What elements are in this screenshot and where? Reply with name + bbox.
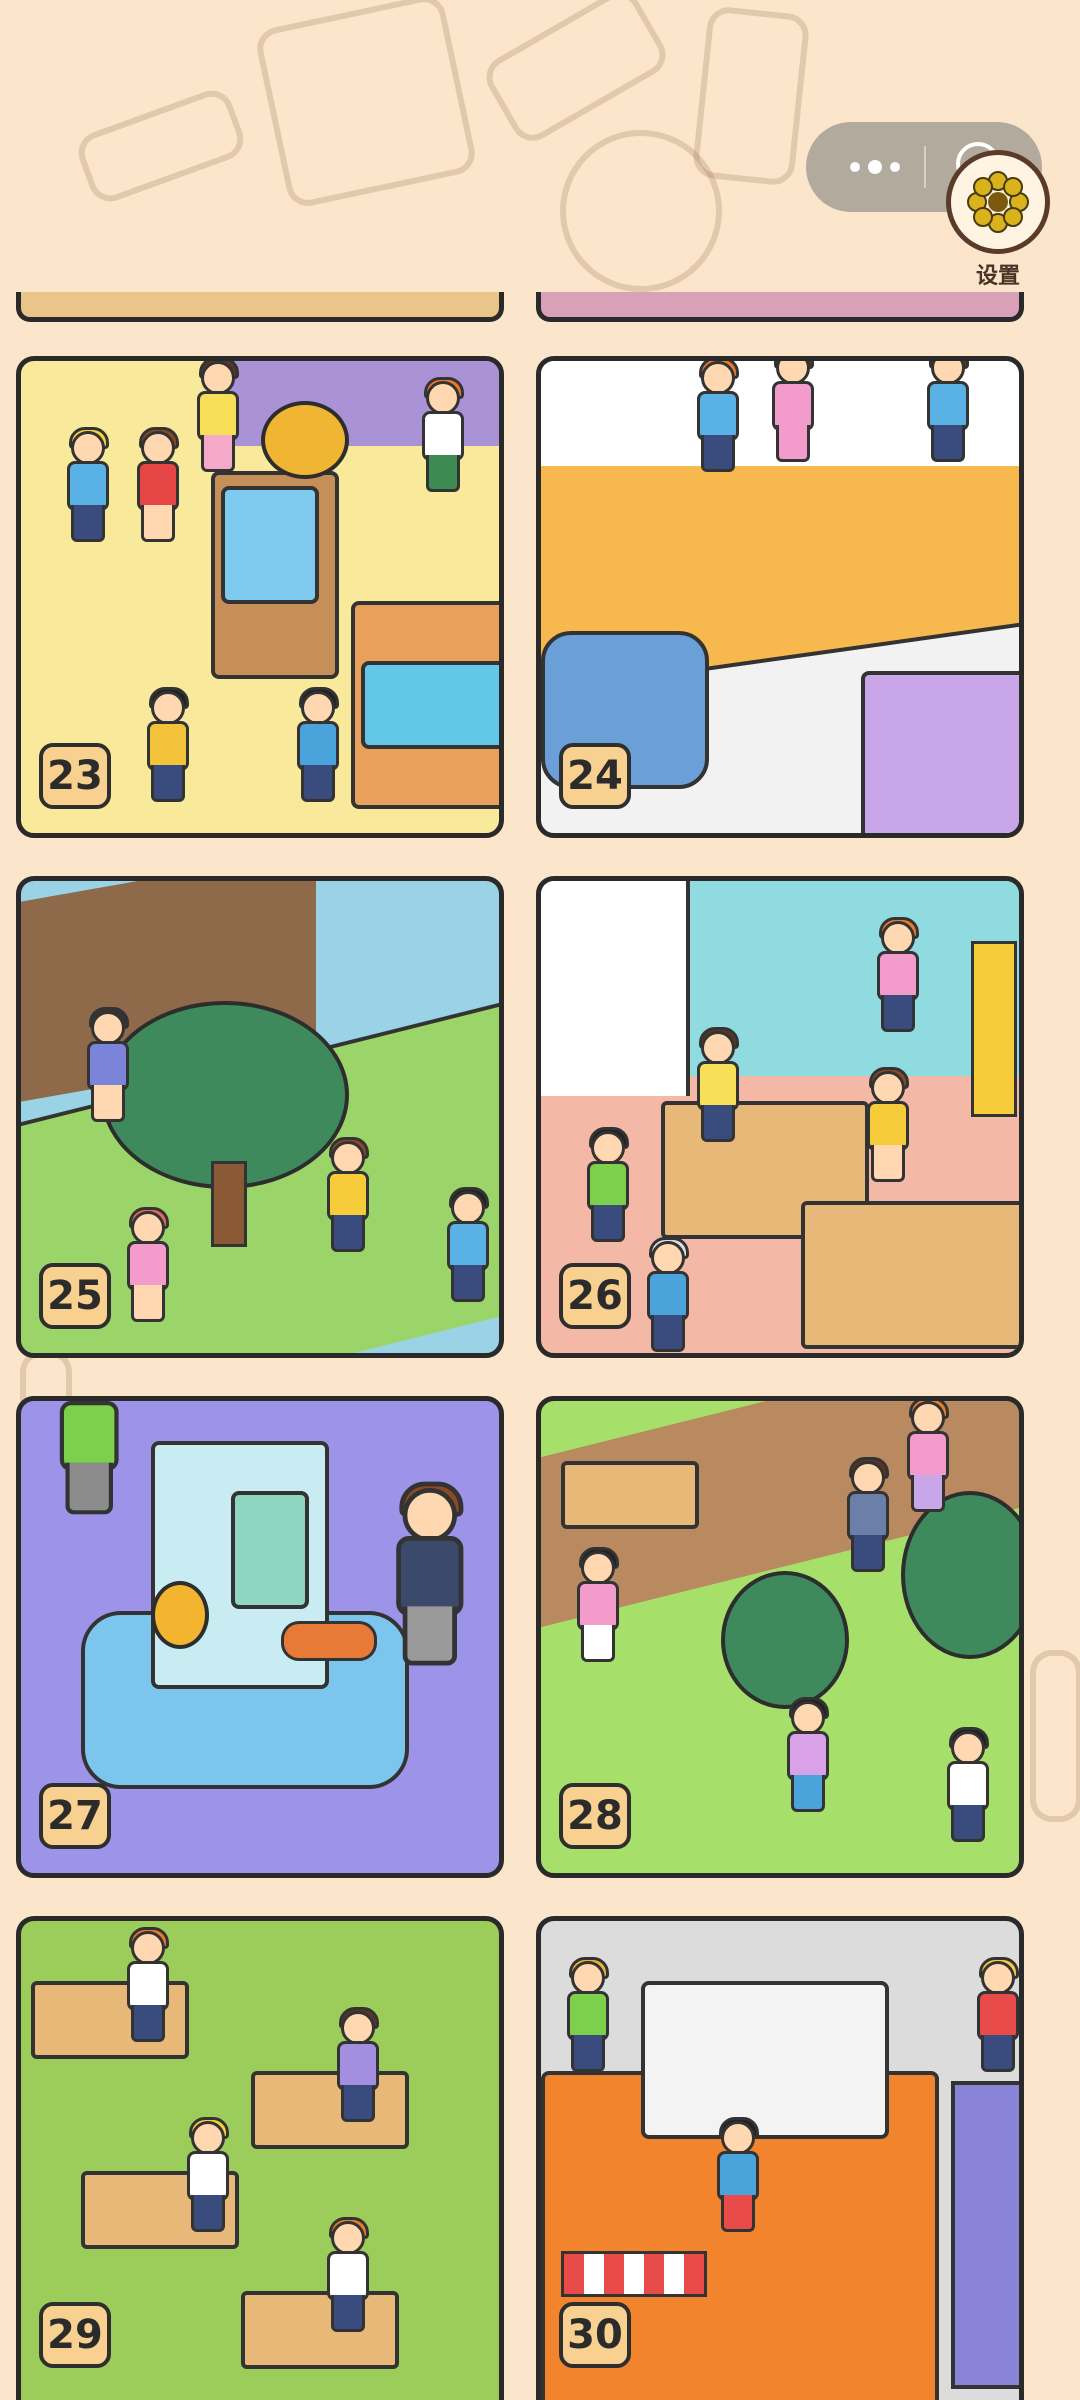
character <box>51 1401 119 1515</box>
settings-button[interactable] <box>946 150 1050 254</box>
character <box>841 1457 889 1572</box>
backpack-doodle <box>253 0 479 210</box>
roof-display <box>641 1981 889 2139</box>
marker-doodle <box>478 0 674 149</box>
character <box>331 2007 379 2122</box>
character <box>121 1927 169 2042</box>
level-tile-25[interactable]: 25 <box>16 876 504 1358</box>
character <box>691 1027 739 1142</box>
level-number-badge: 23 <box>39 743 111 809</box>
machine-panel <box>231 1491 309 1609</box>
level-number-badge: 26 <box>559 1263 631 1329</box>
arcade-screen <box>221 486 319 604</box>
level-tile-29[interactable]: 29 <box>16 1916 504 2400</box>
character <box>581 1127 629 1242</box>
level-number-badge: 27 <box>39 1783 111 1849</box>
level-number-badge: 25 <box>39 1263 111 1329</box>
character <box>291 687 339 802</box>
character <box>121 1207 169 1322</box>
side-building <box>951 2081 1019 2389</box>
cabinet-panel <box>361 661 499 749</box>
level-tile-28[interactable]: 28 <box>536 1396 1024 1878</box>
level-tile-30[interactable]: 30 <box>536 1916 1024 2400</box>
side-doodle <box>1030 1650 1080 1822</box>
level-tile-partial[interactable] <box>536 292 1024 322</box>
exam-desk <box>251 2071 409 2149</box>
character <box>901 1401 949 1512</box>
character <box>571 1547 619 1662</box>
character <box>941 1727 989 1842</box>
character <box>766 361 814 462</box>
level-number-badge: 30 <box>559 2302 631 2368</box>
flower-gear-icon <box>967 171 1029 233</box>
level-tile-27[interactable]: 27 <box>16 1396 504 1878</box>
character <box>711 2117 759 2232</box>
paint-tube-doodle <box>691 5 811 187</box>
tree <box>901 1491 1019 1659</box>
character <box>441 1187 489 1302</box>
character <box>781 1697 829 1812</box>
settings-label: 设置 <box>975 263 1020 288</box>
level-tile-24[interactable]: 24 <box>536 356 1024 838</box>
character <box>61 427 109 542</box>
character <box>131 427 179 542</box>
level-tile-26[interactable]: 26 <box>536 876 1024 1358</box>
level-number-badge: 28 <box>559 1783 631 1849</box>
character <box>141 687 189 802</box>
character <box>321 2217 369 2332</box>
character <box>387 1481 464 1666</box>
tree <box>721 1571 849 1709</box>
glue-stick-doodle <box>72 84 250 208</box>
capsule-divider <box>924 146 926 188</box>
work-desk <box>801 1201 1019 1349</box>
level-tile-partial[interactable] <box>16 292 504 322</box>
character <box>321 1137 369 1252</box>
character <box>691 361 739 472</box>
hotdog <box>281 1621 377 1661</box>
window-counter <box>541 881 690 1096</box>
tree-trunk <box>211 1161 247 1247</box>
bench <box>561 1461 699 1529</box>
store-awning <box>561 2251 707 2297</box>
character <box>561 1957 609 2072</box>
wall-chart <box>971 941 1017 1117</box>
level-number-badge: 29 <box>39 2302 111 2368</box>
character <box>861 1067 909 1182</box>
pineapple <box>151 1581 209 1649</box>
character <box>416 377 464 492</box>
character <box>641 1237 689 1352</box>
shop-shelf <box>861 671 1019 833</box>
character <box>191 361 239 472</box>
level-tile-23[interactable]: 23 <box>16 356 504 838</box>
character <box>921 361 969 462</box>
character <box>971 1957 1019 2072</box>
plant <box>261 401 349 479</box>
level-number-badge: 24 <box>559 743 631 809</box>
character <box>871 917 919 1032</box>
more-dots-icon[interactable] <box>846 150 906 184</box>
character <box>81 1007 129 1122</box>
character <box>181 2117 229 2232</box>
exam-desk <box>241 2291 399 2369</box>
